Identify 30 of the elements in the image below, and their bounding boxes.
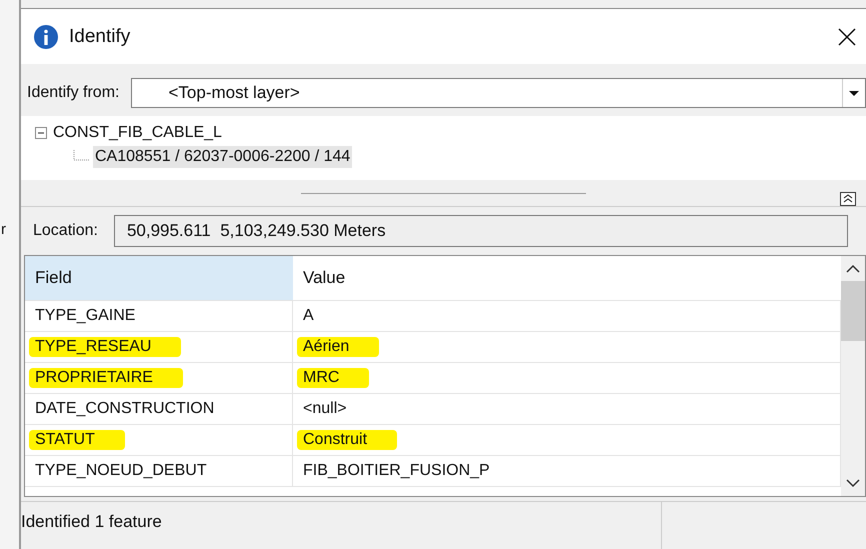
field-value-cell-text: <null> (303, 399, 348, 419)
layer-dropdown[interactable]: <Top-most layer> (131, 78, 866, 108)
column-header[interactable]: Value (293, 256, 841, 300)
location-label: Location: (33, 222, 98, 240)
scroll-down-icon[interactable] (846, 478, 860, 488)
field-value-cell-text: A (303, 306, 315, 326)
tree-layer-item[interactable]: CONST_FIB_CABLE_L (51, 122, 224, 144)
field-name-cell: TYPE_RESEAU (29, 337, 182, 357)
collapse-icon[interactable] (35, 127, 47, 139)
field-value-cell: Aérien (297, 337, 380, 357)
scrollbar-thumb[interactable] (841, 281, 865, 341)
field-value-cell: Construit (297, 430, 398, 450)
location-field: 50,995.611 5,103,249.530 Meters (114, 215, 848, 247)
background-text: r (1, 221, 7, 238)
field-name-cell: STATUT (29, 430, 125, 450)
status-text: Identified 1 feature (21, 502, 662, 549)
field-value-cell-text: FIB_BOITIER_FUSION_P (303, 461, 491, 481)
field-name-cell-text: TYPE_NOEUD_DEBUT (35, 461, 208, 481)
window-title: Identify (69, 26, 130, 48)
field-name-cell-text: TYPE_GAINE (35, 306, 136, 326)
field-name-cell-text: DATE_CONSTRUCTION (35, 399, 216, 419)
tree-feature-item[interactable]: CA108551 / 62037-0006-2200 / 144 (93, 146, 352, 168)
identify-from-label: Identify from: (27, 84, 120, 102)
field-name-cell: PROPRIETAIRE (29, 368, 183, 388)
column-header[interactable]: Field (25, 256, 293, 300)
info-icon (33, 24, 59, 50)
scroll-up-icon[interactable] (846, 264, 860, 274)
close-button[interactable] (836, 26, 858, 48)
collapse-panel-button[interactable] (840, 192, 856, 206)
field-value-cell: MRC (297, 368, 370, 388)
